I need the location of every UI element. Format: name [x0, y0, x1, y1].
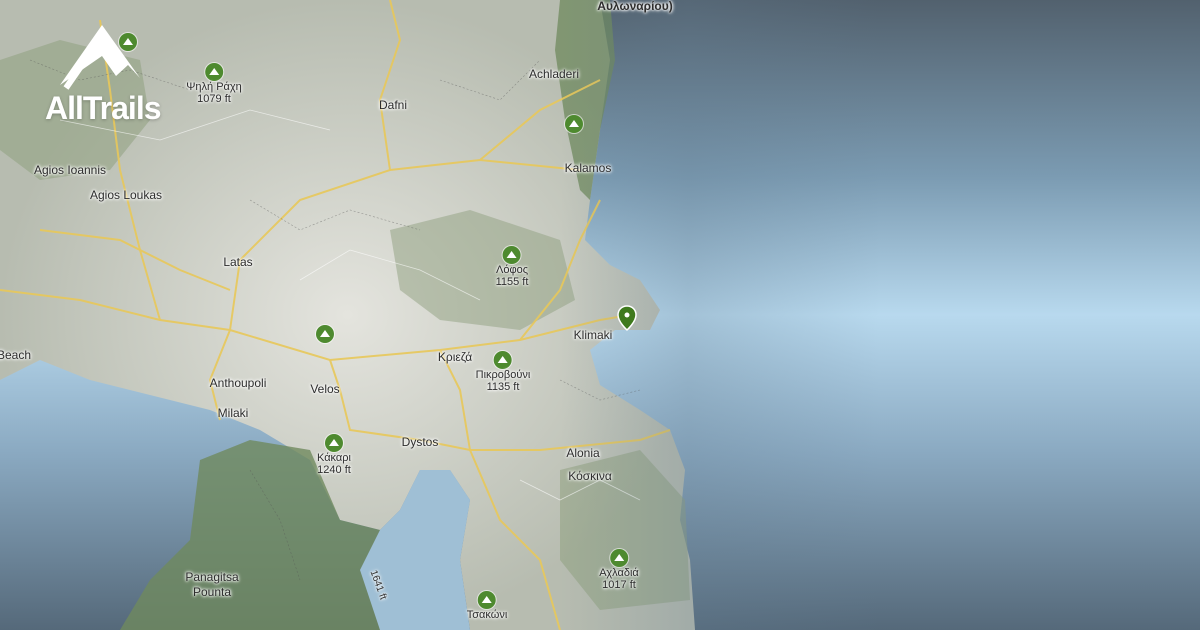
peak-elevation: 1135 ft — [486, 381, 520, 393]
place-label-agios-ioannis: Agios Ioannis — [33, 163, 107, 177]
place-label-anthoupoli: Anthoupoli — [209, 376, 267, 390]
peak-name: Τσακώνι — [466, 609, 508, 621]
mountain-peak-icon — [316, 325, 334, 343]
place-label-beach: Beach — [0, 348, 32, 362]
brand-name: AllTrails — [45, 90, 161, 126]
peak-name: Αχλαδιά — [599, 567, 639, 579]
place-label-agios-loukas: Agios Loukas — [89, 188, 163, 202]
mountain-peak-icon — [478, 591, 496, 609]
sea-fade — [560, 0, 1200, 630]
place-label-panagitsa: Panagitsa — [185, 570, 239, 584]
place-label-dafni: Dafni — [378, 98, 408, 112]
mountain-peak-icon — [325, 434, 343, 452]
peak-name: Κάκαρι — [317, 452, 351, 464]
mountain-peak-icon — [204, 63, 223, 81]
peak-unnamed[interactable] — [565, 115, 583, 133]
place-label-achladeri: Achladeri — [528, 67, 580, 81]
mountain-peak-icon — [610, 549, 628, 567]
place-label-milaki: Milaki — [217, 406, 249, 420]
mountain-peak-icon — [565, 115, 583, 133]
peak-name: Λόφος — [495, 264, 529, 276]
peak-lofos[interactable]: Λόφος 1155 ft — [495, 246, 529, 288]
mountain-peak-icon — [502, 246, 521, 264]
peak-pikrovouni[interactable]: Πικροβούνι 1135 ft — [475, 351, 531, 393]
place-label-latas: Latas — [223, 255, 253, 269]
peak-kakari[interactable]: Κάκαρι 1240 ft — [317, 434, 351, 476]
place-label-velos: Velos — [310, 382, 340, 396]
peak-name: Πικροβούνι — [475, 369, 531, 381]
place-label-dystos: Dystos — [401, 435, 439, 449]
location-pin-icon[interactable] — [617, 305, 637, 331]
place-label-top-cut: Αυλωναρίου) — [597, 0, 673, 13]
peak-elevation: 1079 ft — [197, 93, 231, 105]
peak-name: Ψηλή Ράχη — [186, 81, 242, 93]
peak-elevation: 1155 ft — [495, 276, 529, 288]
peak-psili-rachi[interactable]: Ψηλή Ράχη 1079 ft — [186, 63, 242, 105]
place-label-koskina: Κόσκινα — [568, 469, 612, 483]
peak-achladia[interactable]: Αχλαδιά 1017 ft — [599, 549, 639, 591]
peak-elevation: 1017 ft — [602, 579, 636, 591]
peak-tsakoni[interactable]: Τσακώνι — [466, 591, 508, 621]
peak-unnamed[interactable] — [316, 325, 334, 343]
place-label-krieza: Κριεζά — [437, 350, 473, 364]
place-label-alonia: Alonia — [566, 446, 600, 460]
map-canvas[interactable]: Αυλωναρίου) Achladeri Dafni Kalamos Agio… — [0, 0, 1200, 630]
mountain-peak-icon — [493, 351, 512, 369]
place-label-kalamos: Kalamos — [564, 161, 612, 175]
place-label-pounta: Pounta — [192, 585, 232, 599]
peak-elevation: 1240 ft — [317, 464, 351, 476]
place-label-klimaki: Klimaki — [573, 328, 613, 342]
